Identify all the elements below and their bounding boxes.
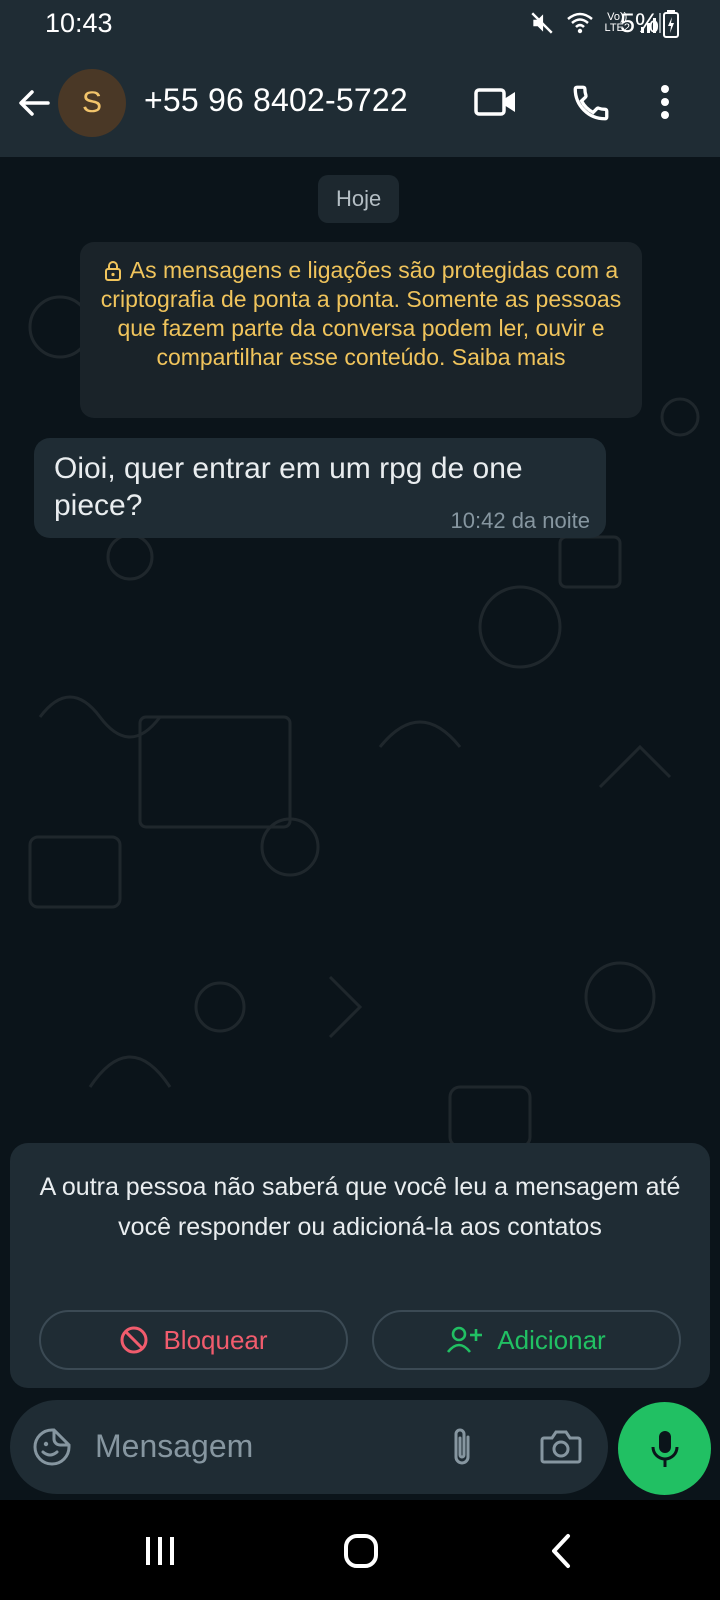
unknown-contact-text: A outra pessoa não saberá que você leu a…	[39, 1173, 681, 1241]
mic-icon	[650, 1429, 680, 1469]
video-call-icon[interactable]	[474, 82, 518, 122]
camera-icon[interactable]	[540, 1428, 582, 1464]
block-label: Bloquear	[163, 1324, 268, 1355]
date-chip: Hoje	[318, 175, 400, 223]
add-person-icon	[447, 1325, 483, 1355]
more-vert-icon[interactable]	[660, 84, 670, 120]
block-button[interactable]: Bloquear	[39, 1310, 348, 1370]
nav-back-icon[interactable]	[549, 1533, 573, 1569]
home-icon[interactable]	[343, 1533, 379, 1569]
avatar[interactable]: S	[58, 69, 126, 137]
encryption-notice-text: As mensagens e ligações são protegidas c…	[100, 257, 622, 370]
wifi-icon	[565, 10, 595, 36]
message-timestamp: 10:42 da noite	[450, 508, 590, 533]
status-time: 10:43	[45, 8, 113, 38]
contact-name[interactable]: +55 96 8402-5722	[144, 82, 408, 119]
phone-icon[interactable]	[570, 82, 612, 124]
mute-icon	[529, 10, 555, 36]
battery-percent: 5%	[620, 8, 680, 39]
add-contact-button[interactable]: Adicionar	[372, 1310, 681, 1370]
message-input[interactable]	[95, 1420, 425, 1472]
recents-icon[interactable]	[144, 1535, 176, 1567]
lock-icon	[104, 261, 122, 281]
sticker-icon[interactable]	[32, 1427, 72, 1467]
add-label: Adicionar	[497, 1324, 606, 1355]
encryption-notice[interactable]: As mensagens e ligações são protegidas c…	[80, 242, 642, 418]
paperclip-icon[interactable]	[448, 1424, 476, 1468]
block-icon	[119, 1325, 149, 1355]
back-arrow-icon[interactable]	[14, 83, 54, 123]
mic-button[interactable]	[618, 1402, 711, 1495]
battery-charging-icon	[663, 9, 680, 38]
